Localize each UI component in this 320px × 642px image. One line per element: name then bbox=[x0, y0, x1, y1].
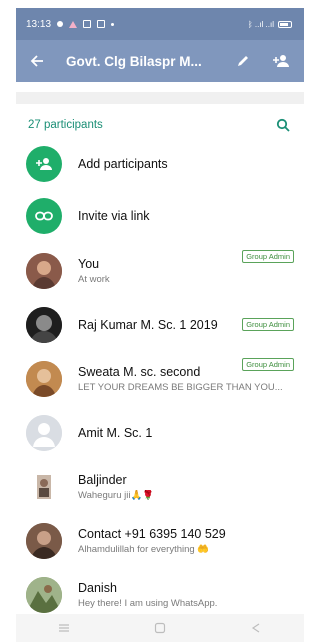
add-participant-icon[interactable] bbox=[270, 50, 292, 72]
status-time: 13:13 bbox=[26, 18, 52, 30]
member-name: Amit M. Sc. 1 bbox=[78, 426, 153, 440]
member-name: Danish bbox=[78, 581, 117, 595]
more-notifications-icon bbox=[111, 22, 115, 26]
avatar bbox=[26, 307, 62, 343]
edit-pencil-icon[interactable] bbox=[232, 50, 254, 72]
member-name: Baljinder bbox=[78, 473, 127, 487]
avatar bbox=[26, 577, 62, 613]
member-row[interactable]: Raj Kumar M. Sc. 1 2019 Group Admin bbox=[16, 298, 304, 352]
member-row[interactable]: Baljinder Waheguru jii🙏🌹 bbox=[16, 460, 304, 514]
participants-count: 27 participants bbox=[28, 119, 103, 131]
app-bar: Govt. Clg Bilaspr M... bbox=[16, 40, 304, 82]
group-admin-badge: Group Admin bbox=[242, 358, 294, 371]
member-status: Waheguru jii🙏🌹 bbox=[78, 490, 155, 501]
menu-icon[interactable] bbox=[49, 618, 79, 638]
status-bar: 13:13 ᛒ ..ıl ..ıl bbox=[16, 8, 304, 40]
member-status: LET YOUR DREAMS BE BIGGER THAN YOU... bbox=[78, 382, 283, 393]
default-avatar-icon bbox=[26, 415, 62, 451]
invite-link-row[interactable]: Invite via link bbox=[16, 188, 304, 244]
member-status: Hey there! I am using WhatsApp. bbox=[78, 598, 218, 609]
back-nav-icon[interactable] bbox=[241, 618, 271, 638]
battery-icon bbox=[278, 20, 292, 28]
search-icon[interactable] bbox=[274, 116, 292, 134]
avatar bbox=[26, 469, 62, 505]
add-person-icon bbox=[26, 146, 62, 182]
avatar bbox=[26, 523, 62, 559]
member-row[interactable]: Amit M. Sc. 1 bbox=[16, 406, 304, 460]
group-title[interactable]: Govt. Clg Bilaspr M... bbox=[66, 54, 232, 69]
group-admin-badge: Group Admin bbox=[242, 250, 294, 263]
notification-app-icon bbox=[69, 20, 78, 28]
notification-box-icon bbox=[97, 20, 106, 28]
phone-screen: 13:13 ᛒ ..ıl ..ıl Govt. Clg Bilaspr M... bbox=[16, 8, 304, 642]
appbar-actions bbox=[232, 50, 292, 72]
member-text: Baljinder Waheguru jii🙏🌹 bbox=[78, 473, 294, 501]
avatar bbox=[26, 253, 62, 289]
member-text: Danish Hey there! I am using WhatsApp. bbox=[78, 581, 294, 609]
add-participants-label: Add participants bbox=[78, 157, 168, 171]
section-divider bbox=[16, 92, 304, 104]
member-name: Contact +91 6395 140 529 bbox=[78, 527, 226, 541]
member-row[interactable]: You At work Group Admin bbox=[16, 244, 304, 298]
invite-link-label: Invite via link bbox=[78, 209, 150, 223]
signal-text: ᛒ ..ıl ..ıl bbox=[247, 19, 274, 29]
member-status: Alhamdulillah for everything 🤲 bbox=[78, 544, 210, 555]
invite-link-text: Invite via link bbox=[78, 209, 294, 223]
add-participants-row[interactable]: Add participants bbox=[16, 140, 304, 188]
notification-dot-icon bbox=[57, 21, 64, 27]
link-icon bbox=[26, 198, 62, 234]
participants-header: 27 participants bbox=[16, 104, 304, 140]
add-participants-text: Add participants bbox=[78, 157, 294, 171]
system-nav-bar bbox=[16, 614, 304, 642]
member-text: Contact +91 6395 140 529 Alhamdulillah f… bbox=[78, 527, 294, 555]
home-icon[interactable] bbox=[145, 618, 175, 638]
member-row[interactable]: Contact +91 6395 140 529 Alhamdulillah f… bbox=[16, 514, 304, 568]
member-text: Amit M. Sc. 1 bbox=[78, 426, 294, 440]
member-row[interactable]: Sweata M. sc. second LET YOUR DREAMS BE … bbox=[16, 352, 304, 406]
status-right: ᛒ ..ıl ..ıl bbox=[248, 20, 292, 29]
back-arrow-icon[interactable] bbox=[24, 48, 50, 74]
member-status: At work bbox=[78, 274, 110, 285]
status-left: 13:13 bbox=[26, 18, 115, 30]
group-admin-badge: Group Admin bbox=[242, 318, 294, 331]
notification-square-icon bbox=[83, 20, 92, 28]
avatar bbox=[26, 361, 62, 397]
